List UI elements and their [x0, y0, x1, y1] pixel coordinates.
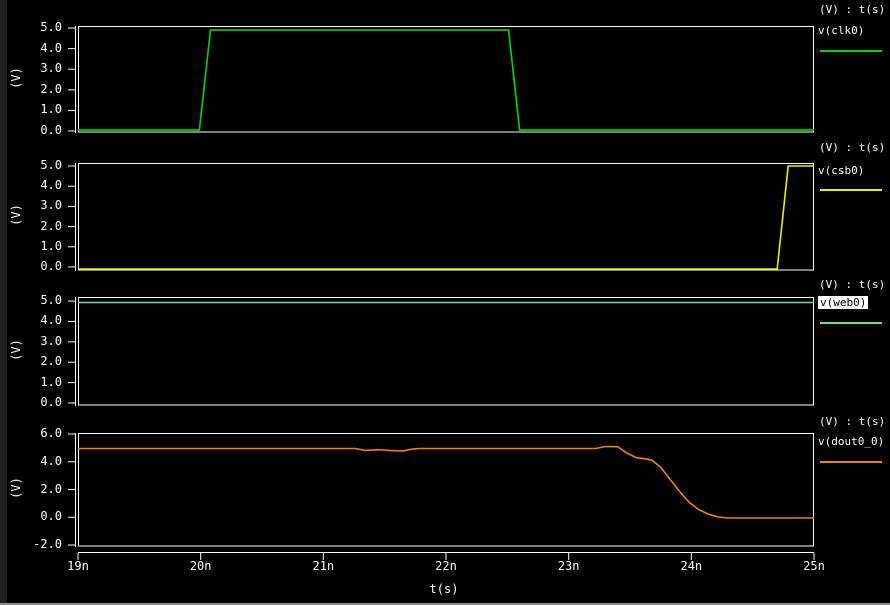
y-axis-tick-label: 5.0 [18, 294, 62, 307]
plot-area-dout0_0[interactable] [64, 433, 818, 547]
y-axis-tick-label: 2.0 [18, 220, 62, 233]
legend-signal-web0[interactable]: v(web0) [818, 296, 868, 309]
y-axis-tick-label: 0.0 [18, 396, 62, 409]
y-axis-tick-label: 4.0 [18, 42, 62, 55]
y-axis-tick-label: 2.0 [18, 83, 62, 96]
legend-signal-csb0[interactable]: v(csb0) [818, 164, 864, 177]
y-axis-tick-label: 5.0 [18, 159, 62, 172]
y-axis-tick-label: 0.0 [18, 510, 62, 523]
y-axis-tick-label: 1.0 [18, 376, 62, 389]
legend-color-line-dout0_0 [820, 461, 882, 463]
x-axis-tick-label: 22n [424, 559, 468, 573]
y-axis-tick-label: 3.0 [18, 335, 62, 348]
x-axis-tick-label: 19n [56, 559, 100, 573]
legend-header: (V) : t(s) [819, 278, 885, 291]
plot-area-clk0[interactable] [64, 26, 818, 133]
y-axis-tick-label: 5.0 [18, 21, 62, 34]
x-axis-tick-label: 21n [301, 559, 345, 573]
window-left-border [0, 0, 7, 605]
plot-area-csb0[interactable] [64, 163, 818, 271]
y-axis-tick-label: 4.0 [18, 179, 62, 192]
x-axis-tick-label: 20n [179, 559, 223, 573]
x-axis-tick-label: 23n [547, 559, 591, 573]
x-axis-tick-label: 25n [792, 559, 836, 573]
y-axis-tick-label: 1.0 [18, 240, 62, 253]
y-axis-tick-label: 6.0 [18, 427, 62, 440]
legend-header: (V) : t(s) [819, 3, 885, 16]
y-axis-tick-label: 2.0 [18, 355, 62, 368]
x-axis-title: t(s) [416, 582, 472, 596]
legend-header: (V) : t(s) [819, 415, 885, 428]
y-axis-tick-label: 3.0 [18, 199, 62, 212]
x-axis-tick-label: 24n [669, 559, 713, 573]
y-axis-tick-label: 1.0 [18, 103, 62, 116]
y-axis-tick-label: 3.0 [18, 62, 62, 75]
y-axis-tick-label: 0.0 [18, 124, 62, 137]
legend-signal-clk0[interactable]: v(clk0) [818, 24, 864, 37]
legend-color-line-csb0 [820, 189, 882, 191]
y-axis-tick-label: 2.0 [18, 483, 62, 496]
y-axis-tick-label: 4.0 [18, 314, 62, 327]
y-axis-tick-label: 0.0 [18, 260, 62, 273]
legend-header: (V) : t(s) [819, 141, 885, 154]
waveform-viewer-window: (V) (V) : t(s) v(clk0) (V) (V) : t(s) v(… [0, 0, 890, 605]
y-axis-tick-label: -2.0 [18, 538, 62, 551]
legend-color-line-web0 [820, 322, 882, 324]
y-axis-tick-label: 4.0 [18, 455, 62, 468]
legend-color-line-clk0 [820, 50, 882, 52]
legend-signal-dout0_0[interactable]: v(dout0_0) [818, 435, 884, 448]
plot-area-web0[interactable] [64, 297, 818, 406]
